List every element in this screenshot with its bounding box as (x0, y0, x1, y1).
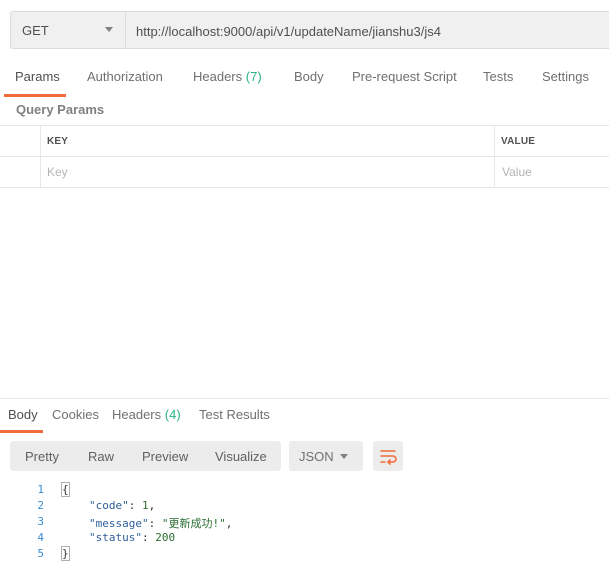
active-tab-indicator (4, 94, 66, 97)
code-line: "status": 200 (89, 531, 176, 544)
url-text: http://localhost:9000/api/v1/updateName/… (136, 24, 441, 39)
query-params-title: Query Params (16, 102, 105, 117)
preview-button[interactable]: Preview (142, 449, 188, 464)
tab-authorization[interactable]: Authorization (87, 69, 163, 84)
value-column-header: VALUE (501, 136, 536, 147)
close-brace: } (61, 546, 70, 561)
tab-headers[interactable]: Headers (7) (193, 69, 262, 84)
active-response-tab-indicator (0, 430, 43, 433)
response-headers-count: (4) (164, 407, 181, 422)
divider (0, 156, 609, 157)
url-input[interactable]: http://localhost:9000/api/v1/updateName/… (125, 11, 609, 49)
line-number: 2 (37, 499, 44, 512)
format-label: JSON (299, 449, 334, 464)
visualize-button[interactable]: Visualize (215, 449, 267, 464)
line-number: 3 (37, 515, 44, 528)
tab-params[interactable]: Params (15, 69, 60, 84)
headers-count: (7) (245, 69, 262, 84)
line-number: 1 (37, 483, 44, 496)
code-line: "message": "更新成功!", (89, 517, 233, 530)
wrap-lines-button[interactable] (373, 441, 403, 471)
format-select[interactable]: JSON (289, 441, 363, 471)
value-input[interactable]: Value (502, 165, 532, 179)
view-mode-group: Pretty Raw Preview Visualize (10, 441, 281, 471)
divider (494, 126, 495, 187)
divider (0, 125, 609, 126)
chevron-down-icon (340, 454, 348, 459)
key-input[interactable]: Key (47, 165, 68, 179)
raw-button[interactable]: Raw (88, 449, 114, 464)
divider (40, 126, 41, 187)
divider (0, 187, 609, 188)
method-label: GET (22, 23, 49, 38)
response-tab-body[interactable]: Body (8, 407, 38, 422)
key-column-header: KEY (47, 136, 69, 147)
response-tab-headers[interactable]: Headers (4) (112, 407, 181, 422)
pretty-button[interactable]: Pretty (25, 449, 59, 464)
method-select[interactable]: GET (10, 11, 126, 49)
response-tab-cookies[interactable]: Cookies (52, 407, 99, 422)
tab-settings[interactable]: Settings (542, 69, 589, 84)
tab-body[interactable]: Body (294, 69, 324, 84)
line-number: 5 (37, 547, 44, 560)
response-divider (0, 398, 609, 399)
chevron-down-icon (105, 27, 113, 32)
tab-tests[interactable]: Tests (483, 69, 513, 84)
wrap-lines-icon (380, 450, 397, 465)
tab-pre-request-script[interactable]: Pre-request Script (352, 69, 457, 84)
code-line: "code": 1, (89, 499, 156, 512)
open-brace: { (61, 482, 70, 497)
line-number: 4 (37, 531, 44, 544)
response-tab-test-results[interactable]: Test Results (199, 407, 270, 422)
